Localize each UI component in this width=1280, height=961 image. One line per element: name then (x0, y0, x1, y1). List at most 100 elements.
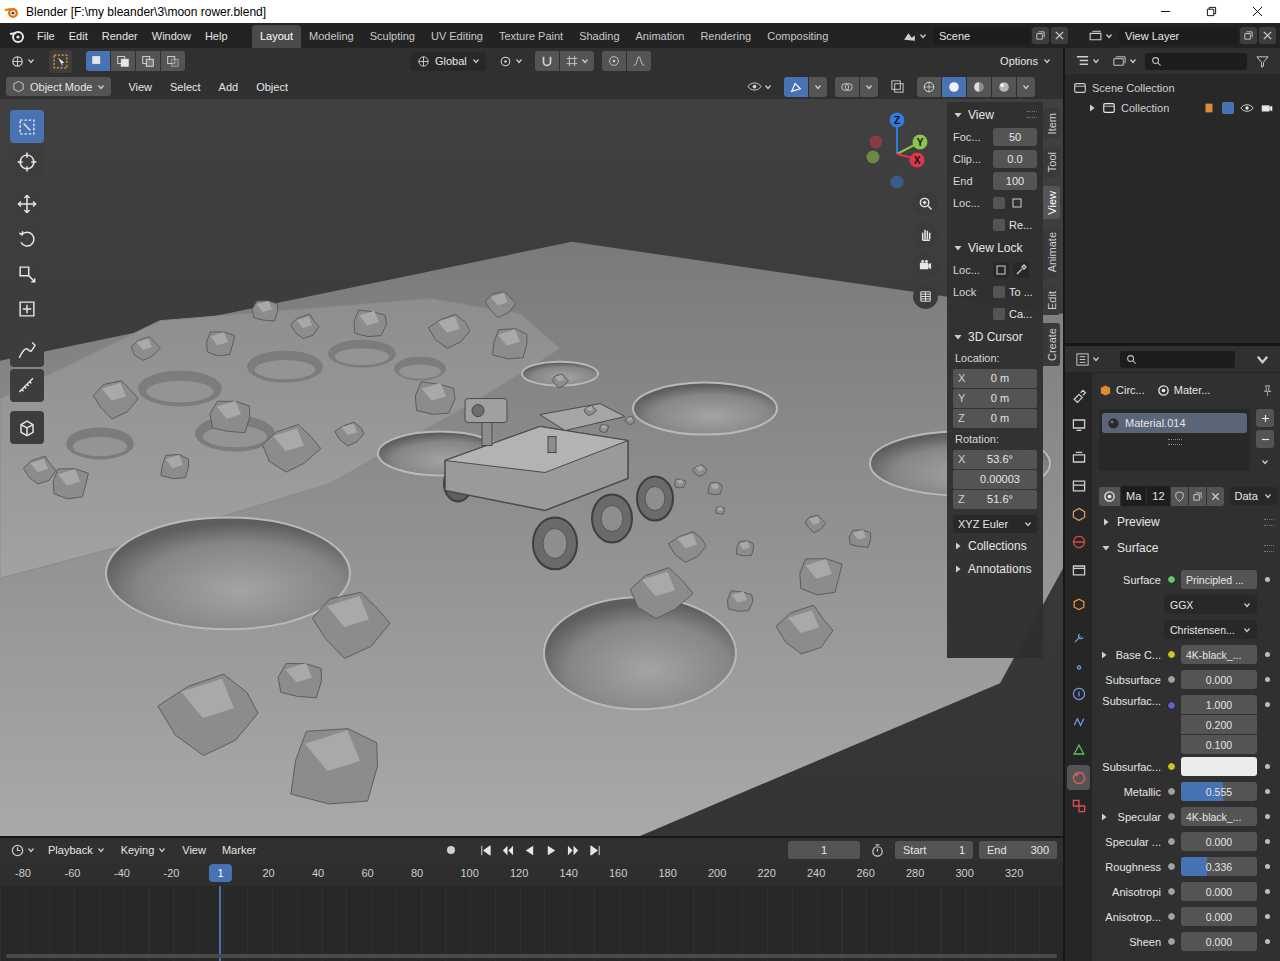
remove-slot-button[interactable] (1256, 430, 1274, 448)
eye-icon[interactable] (1240, 101, 1254, 115)
number-slider[interactable]: 0.000 (1181, 907, 1257, 926)
socket-icon[interactable] (1167, 575, 1176, 584)
panel-header[interactable]: Preview (1099, 511, 1274, 533)
number-field[interactable]: 0.100 (1181, 735, 1257, 754)
material-name-field[interactable]: Ma (1121, 486, 1146, 506)
properties-tab[interactable] (1067, 591, 1090, 616)
workspace-tab[interactable]: Compositing (759, 25, 836, 48)
viewport-menu-item[interactable]: View (121, 78, 159, 96)
shading-mode-button[interactable] (942, 77, 966, 97)
visibility-dropdown[interactable] (743, 77, 776, 96)
search-field[interactable] (1120, 351, 1235, 368)
overlay-toggle[interactable] (835, 77, 859, 97)
duplicate-material-button[interactable] (1189, 487, 1206, 506)
workspace-tab[interactable]: Shading (571, 25, 627, 48)
new-scene-button[interactable] (1032, 27, 1049, 44)
navigation-gizmo[interactable]: ZYX (862, 109, 934, 193)
unlink-material-button[interactable] (1207, 487, 1224, 506)
proportional-toggle[interactable] (602, 51, 626, 71)
number-slider[interactable]: 0.336 (1181, 857, 1257, 876)
negative-axis-icon[interactable] (870, 136, 883, 149)
collapsed-arrow-icon[interactable] (1099, 650, 1109, 660)
pivot-point-button[interactable] (494, 52, 527, 71)
color-swatch[interactable] (1181, 757, 1257, 776)
xray-toggle[interactable] (886, 77, 909, 96)
sidebar-tab[interactable]: Tool (1043, 147, 1060, 177)
active-tool-button[interactable] (49, 50, 72, 73)
sidebar-tab[interactable]: Edit (1043, 286, 1060, 315)
keyframe-decorator-icon[interactable] (1265, 914, 1270, 919)
link-dropdown[interactable]: Data (1229, 487, 1278, 505)
properties-tab[interactable] (1067, 411, 1090, 436)
panel-header[interactable]: Collections (953, 535, 1037, 556)
collapsed-arrow-icon[interactable] (1099, 812, 1109, 822)
add-slot-button[interactable] (1256, 409, 1274, 427)
timeline-menu-item[interactable]: Keying (114, 841, 174, 859)
delete-view-layer-button[interactable] (1259, 27, 1276, 44)
start-frame-field[interactable]: Start1 (895, 841, 973, 859)
object-field[interactable] (993, 262, 1009, 278)
camera-view-button[interactable] (913, 253, 938, 278)
options-dropdown[interactable] (1251, 350, 1274, 369)
checkbox-label[interactable]: Re... (1009, 219, 1032, 231)
moon-scene[interactable] (0, 99, 1063, 836)
socket-icon[interactable] (1167, 762, 1176, 771)
menu-item[interactable]: Window (145, 27, 198, 45)
sidebar-tab[interactable]: View (1043, 186, 1060, 220)
checkbox[interactable] (1222, 102, 1234, 114)
panel-header[interactable]: Surface (1099, 537, 1274, 559)
jump-end-button[interactable] (585, 841, 606, 860)
keyframe-decorator-icon[interactable] (1265, 839, 1270, 844)
orientation-dropdown[interactable]: Global (411, 52, 486, 71)
properties-tab[interactable] (1067, 445, 1090, 470)
next-keyframe-button[interactable] (563, 841, 584, 860)
tool-button[interactable] (10, 110, 44, 143)
number-field[interactable]: X53.6° (953, 450, 1037, 469)
tool-button[interactable] (10, 292, 44, 325)
select-mode-button[interactable] (161, 51, 185, 71)
y-axis-handle[interactable]: Y (913, 135, 928, 150)
filter-button[interactable] (1251, 52, 1274, 71)
user-count[interactable]: 12 (1147, 486, 1169, 506)
tool-button[interactable] (10, 187, 44, 220)
number-field[interactable]: Y0 m (953, 389, 1037, 408)
slot-menu-button[interactable] (1256, 453, 1274, 471)
tool-button[interactable] (10, 411, 44, 444)
play-reverse-button[interactable] (519, 841, 540, 860)
eyedropper-button[interactable] (1013, 262, 1029, 278)
keyframe-decorator-icon[interactable] (1265, 702, 1270, 707)
expanded-arrow-icon[interactable] (953, 110, 963, 120)
linked-node-field[interactable]: 4K-black_... (1181, 645, 1257, 664)
expanded-arrow-icon[interactable] (953, 243, 963, 253)
checkbox[interactable] (993, 197, 1005, 209)
preview-range-toggle[interactable] (866, 841, 889, 860)
number-slider[interactable]: 0.000 (1181, 882, 1257, 901)
number-field[interactable]: 0.200 (1181, 715, 1257, 734)
keyframe-decorator-icon[interactable] (1265, 577, 1270, 582)
properties-tab[interactable] (1067, 653, 1090, 678)
socket-icon[interactable] (1167, 650, 1176, 659)
editor-type-button[interactable] (6, 52, 39, 71)
expanded-arrow-icon[interactable] (953, 332, 963, 342)
select-mode-button[interactable] (111, 51, 135, 71)
menu-item[interactable]: Help (198, 27, 235, 45)
camera-icon[interactable] (1260, 101, 1274, 115)
panel-header[interactable]: View Lock (953, 237, 1037, 258)
workspace-tab[interactable]: Texture Paint (491, 25, 571, 48)
number-field[interactable]: Z0 m (953, 409, 1037, 428)
properties-tab[interactable] (1067, 557, 1090, 582)
timeline-menu-item[interactable]: Playback (41, 841, 112, 859)
select-mode-button[interactable] (136, 51, 160, 71)
workspace-tab[interactable]: UV Editing (423, 25, 491, 48)
jump-start-button[interactable] (475, 841, 496, 860)
fake-user-button[interactable] (1171, 487, 1188, 506)
viewport-menu-item[interactable]: Object (249, 78, 295, 96)
workspace-tab[interactable]: Sculpting (362, 25, 423, 48)
delete-scene-button[interactable] (1051, 27, 1068, 44)
view-layer-name-field[interactable]: View Layer (1119, 27, 1238, 45)
properties-tab[interactable] (1067, 793, 1090, 818)
keyframe-decorator-icon[interactable] (1265, 939, 1270, 944)
properties-tab[interactable] (1067, 529, 1090, 554)
socket-icon[interactable] (1167, 887, 1176, 896)
x-axis-handle[interactable]: X (910, 153, 925, 168)
